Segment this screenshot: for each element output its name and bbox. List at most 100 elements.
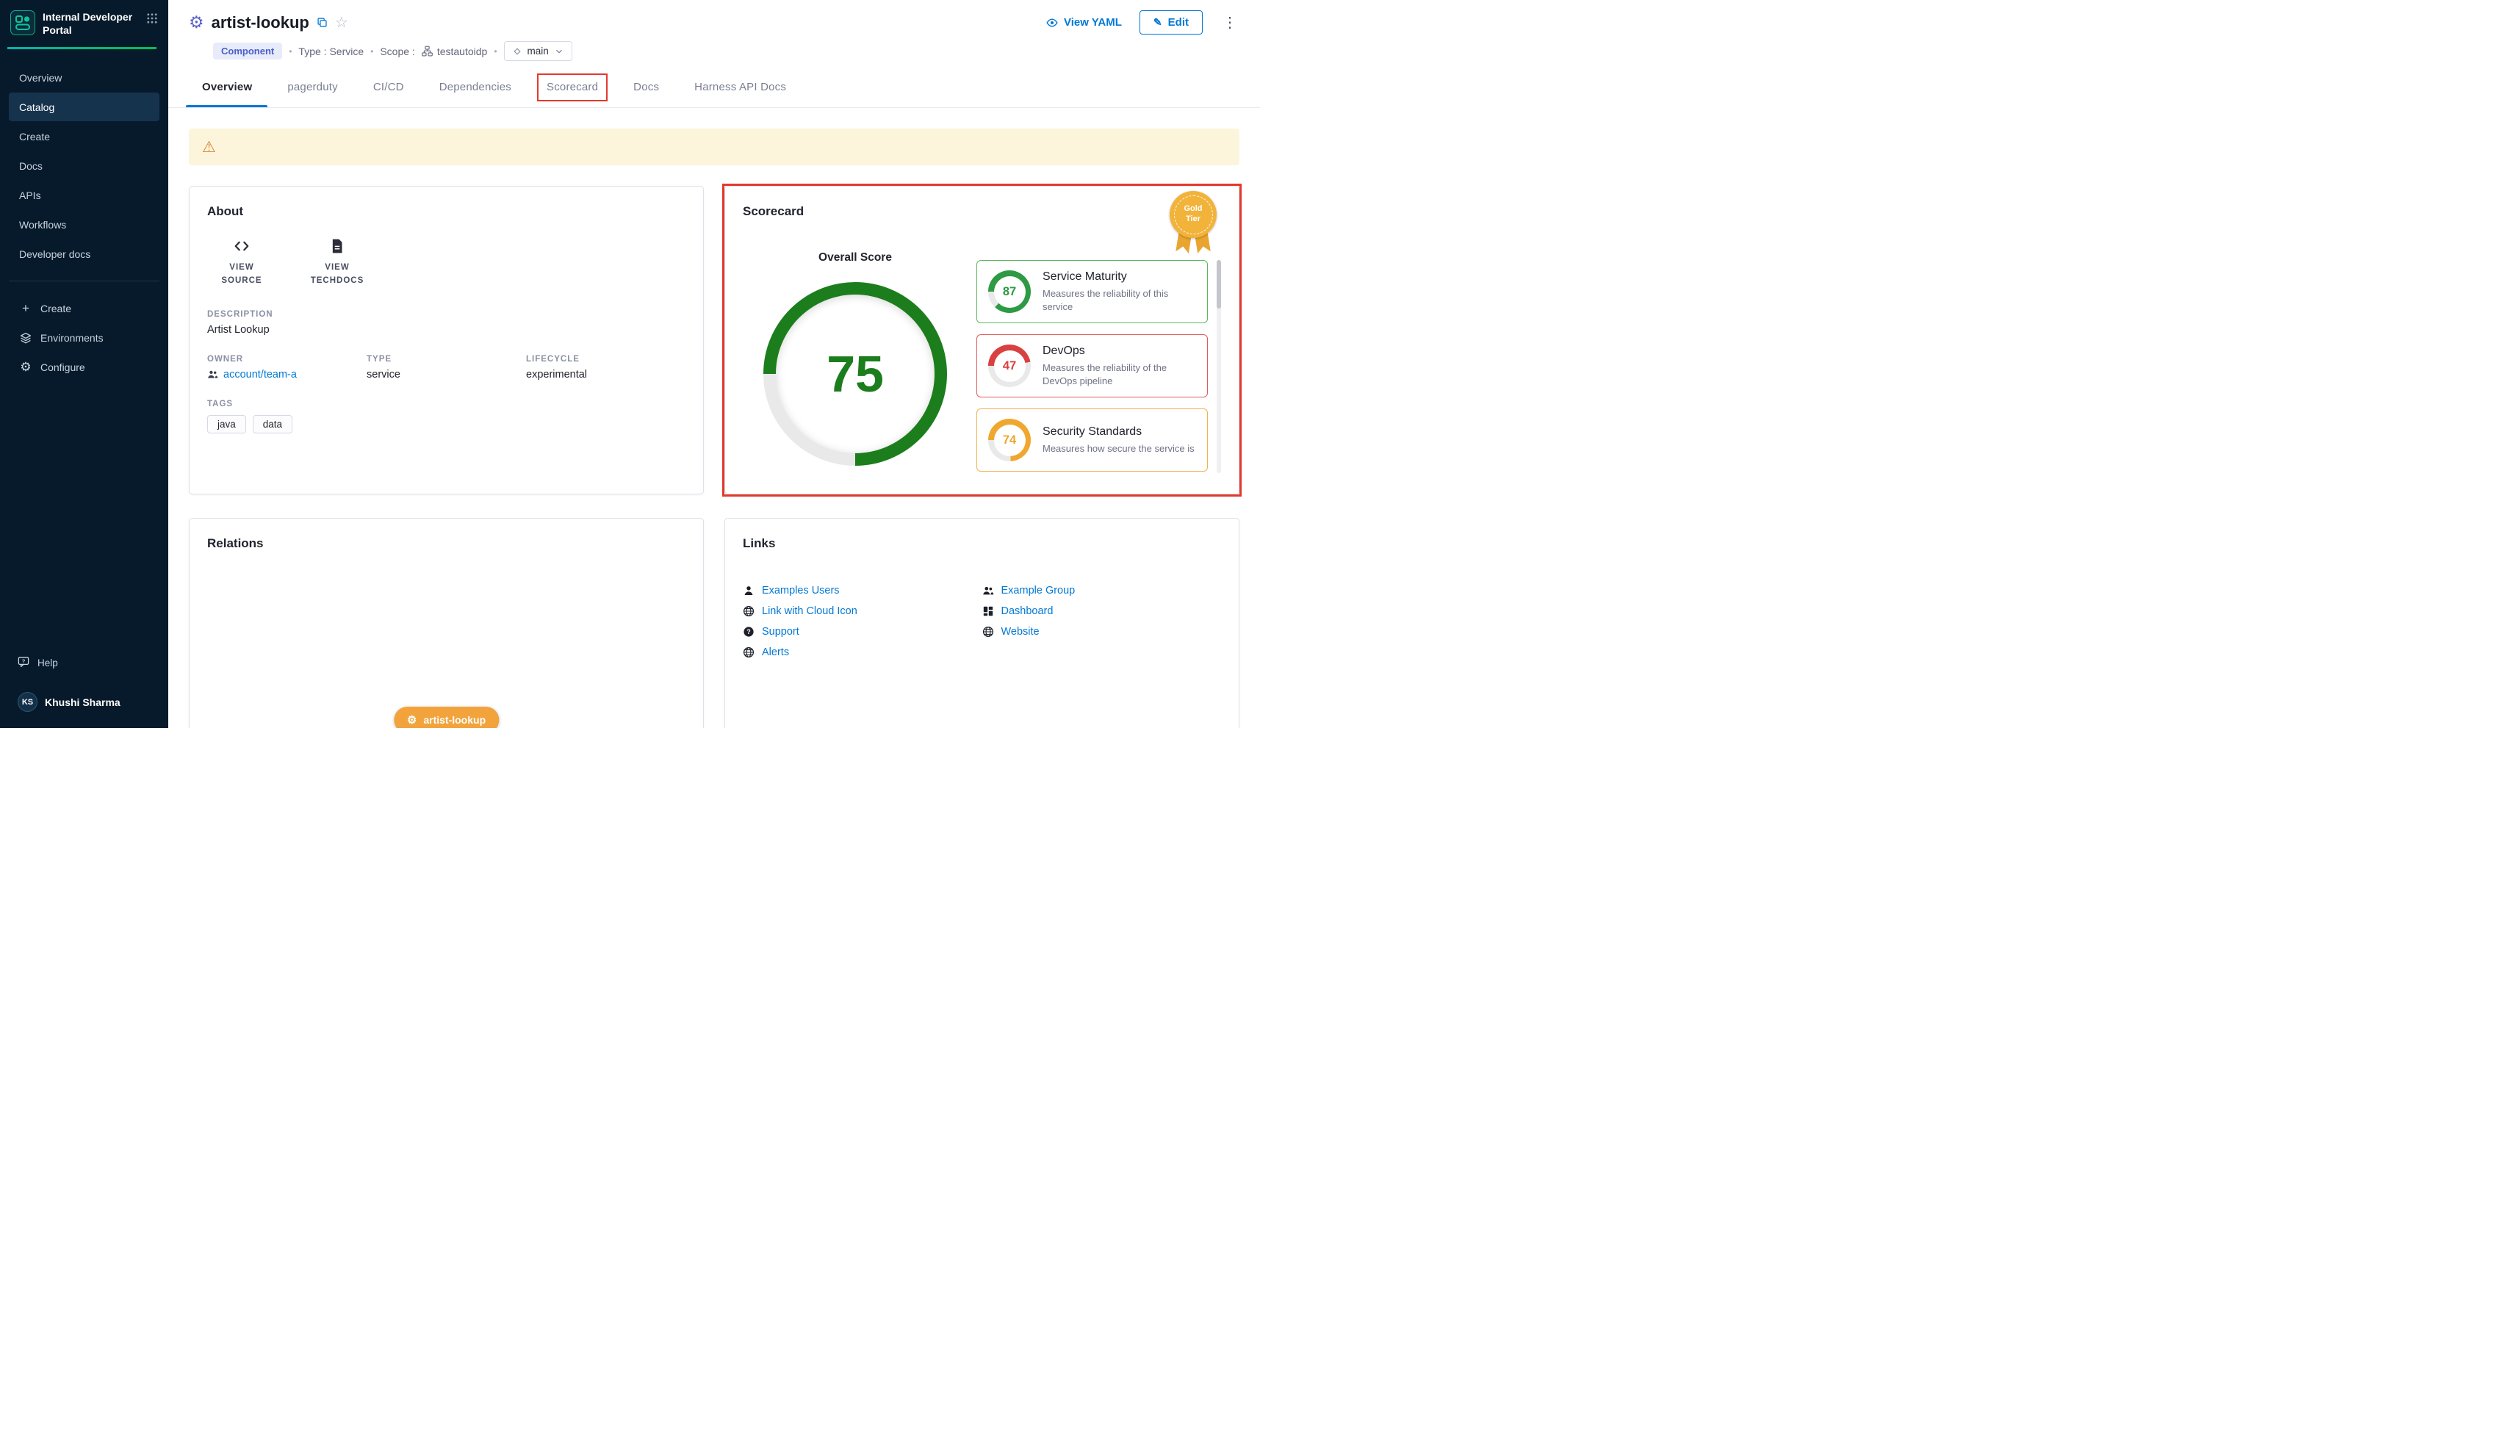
avatar: KS (18, 692, 37, 712)
check-name: Security Standards (1043, 425, 1195, 439)
link-label: Website (1001, 626, 1040, 638)
link-dashboard[interactable]: Dashboard (982, 605, 1222, 617)
help-label: Help (37, 657, 58, 668)
globe-icon (982, 626, 994, 638)
sidebar-item-overview[interactable]: Overview (9, 63, 159, 92)
overall-score-label: Overall Score (818, 251, 892, 264)
link-website[interactable]: Website (982, 626, 1222, 638)
edit-button[interactable]: ✎ Edit (1140, 10, 1203, 35)
about-title: About (207, 204, 685, 219)
app-grid-icon[interactable] (146, 12, 158, 28)
scorecard-title: Scorecard (743, 204, 1221, 219)
branch-icon (512, 46, 522, 57)
sidebar-item-create[interactable]: Create (9, 122, 159, 151)
kebab-menu-icon[interactable]: ⋮ (1220, 15, 1239, 30)
page-title: artist-lookup (212, 13, 309, 32)
tab-scorecard[interactable]: Scorecard (547, 67, 598, 107)
tab-overview[interactable]: Overview (202, 67, 252, 107)
sidebar-item-developer-docs[interactable]: Developer docs (9, 239, 159, 268)
sidebar-item-create-new[interactable]: + Create (9, 294, 159, 322)
check-card-devops[interactable]: 47 DevOps Measures the reliability of th… (976, 334, 1208, 397)
badge-line1: Gold (1184, 204, 1202, 213)
link-label: Alerts (762, 646, 789, 658)
relations-title: Relations (207, 536, 685, 551)
user-name: Khushi Sharma (45, 696, 120, 708)
view-yaml-button[interactable]: View YAML (1046, 16, 1122, 29)
sidebar-item-docs[interactable]: Docs (9, 151, 159, 180)
view-techdocs-label: VIEW TECHDOCS (304, 261, 370, 288)
check-card-security-standards[interactable]: 74 Security Standards Measures how secur… (976, 408, 1208, 472)
link-alerts[interactable]: Alerts (743, 646, 982, 658)
help-button[interactable]: Help (18, 656, 151, 670)
badge-line2: Tier (1186, 215, 1200, 223)
code-icon (234, 238, 250, 254)
tab-bar: Overview pagerduty CI/CD Dependencies Sc… (168, 67, 1260, 108)
tab-dependencies[interactable]: Dependencies (439, 67, 511, 107)
view-source-button[interactable]: VIEW SOURCE (209, 238, 275, 288)
link-label: Support (762, 626, 799, 638)
checks-scrollbar[interactable] (1217, 260, 1221, 473)
link-label: Example Group (1001, 585, 1076, 597)
environments-icon (19, 332, 32, 344)
document-icon (329, 238, 345, 254)
copy-icon[interactable] (317, 17, 328, 28)
scrollbar-thumb[interactable] (1217, 260, 1221, 309)
globe-icon (743, 605, 755, 617)
sidebar-item-catalog[interactable]: Catalog (9, 93, 159, 121)
content-area: ⚠ About VIEW SOURCE VIEW TECHDOCS (168, 108, 1260, 728)
sidebar-item-apis[interactable]: APIs (9, 181, 159, 209)
sidebar-secondary: + Create Environments ⚙ Configure (0, 293, 168, 382)
relations-node-artist-lookup[interactable]: ⚙ artist-lookup (394, 707, 499, 728)
kind-chip[interactable]: Component (213, 43, 282, 60)
tab-cicd[interactable]: CI/CD (373, 67, 404, 107)
gear-icon: ⚙ (19, 361, 32, 373)
entity-meta-row: Component • Type : Service • Scope : tes… (213, 41, 1239, 61)
owner-value: account/team-a (223, 369, 297, 381)
scorecard-checks: 87 Service Maturity Measures the reliabi… (976, 260, 1221, 477)
link-example-group[interactable]: Example Group (982, 585, 1222, 597)
gear-icon: ⚙ (407, 715, 417, 726)
link-label: Link with Cloud Icon (762, 605, 857, 617)
tag-chip[interactable]: data (253, 415, 292, 433)
view-source-label: VIEW SOURCE (209, 261, 275, 288)
owner-link[interactable]: account/team-a (207, 369, 367, 381)
sidebar-nav: Overview Catalog Create Docs APIs Workfl… (0, 62, 168, 269)
check-score: 87 (994, 276, 1026, 308)
check-donut: 47 (988, 345, 1031, 387)
sidebar-header: Internal Developer Portal (0, 0, 168, 37)
tab-docs[interactable]: Docs (633, 67, 659, 107)
sidebar-item-workflows[interactable]: Workflows (9, 210, 159, 239)
link-examples-users[interactable]: Examples Users (743, 585, 982, 597)
star-icon[interactable]: ☆ (335, 15, 348, 30)
link-label: Examples Users (762, 585, 840, 597)
eye-icon (1046, 17, 1058, 29)
tab-pagerduty[interactable]: pagerduty (287, 67, 338, 107)
branch-selector[interactable]: main (504, 41, 572, 61)
check-score: 47 (994, 350, 1026, 382)
tag-chip[interactable]: java (207, 415, 246, 433)
sidebar-footer: Help KS Khushi Sharma (0, 643, 168, 728)
check-card-service-maturity[interactable]: 87 Service Maturity Measures the reliabi… (976, 260, 1208, 323)
check-score: 74 (994, 425, 1026, 456)
sidebar-item-label: Configure (40, 361, 85, 373)
portal-logo (10, 10, 35, 35)
view-yaml-label: View YAML (1064, 16, 1122, 29)
tab-harness-api-docs[interactable]: Harness API Docs (694, 67, 786, 107)
brand-accent-line (7, 47, 156, 49)
check-description: Measures the reliability of this service (1043, 287, 1196, 313)
check-name: DevOps (1043, 345, 1196, 358)
link-support[interactable]: Support (743, 626, 982, 638)
type-value: service (367, 369, 526, 381)
lifecycle-label: LIFECYCLE (526, 355, 685, 364)
edit-label: Edit (1168, 16, 1189, 29)
check-description: Measures the reliability of the DevOps p… (1043, 361, 1196, 387)
user-menu[interactable]: KS Khushi Sharma (18, 692, 151, 712)
lifecycle-value: experimental (526, 369, 685, 381)
link-with-cloud-icon[interactable]: Link with Cloud Icon (743, 605, 982, 617)
sidebar-item-environments[interactable]: Environments (9, 323, 159, 352)
view-techdocs-button[interactable]: VIEW TECHDOCS (304, 238, 370, 288)
scope-value: testautoidp (437, 46, 488, 57)
sidebar-item-configure[interactable]: ⚙ Configure (9, 353, 159, 381)
scope-label: Scope : (380, 46, 414, 57)
check-name: Service Maturity (1043, 270, 1196, 284)
